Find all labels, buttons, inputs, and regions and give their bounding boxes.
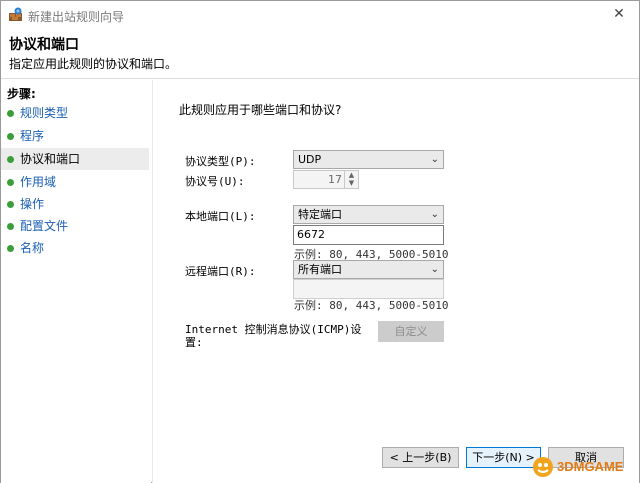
window-title: 新建出站规则向导 — [28, 10, 125, 24]
green-dot-icon — [7, 223, 14, 230]
icmp-label-line1: Internet 控制消息协议(ICMP)设 — [185, 323, 362, 336]
step-scope[interactable]: 作用域 — [1, 171, 149, 193]
steps-title: 步骤: — [7, 87, 36, 101]
remote-port-input[interactable] — [293, 279, 444, 299]
step-label: 协议和端口 — [20, 152, 81, 166]
step-label: 作用域 — [20, 175, 57, 189]
steps-sidebar: 步骤: 规则类型 程序 协议和端口 作用域 操作 配置文件 名称 — [1, 80, 151, 483]
step-label: 名称 — [20, 241, 45, 255]
step-rule-type[interactable]: 规则类型 — [1, 102, 149, 124]
question-text: 此规则应用于哪些端口和协议? — [179, 103, 342, 117]
local-port-label: 本地端口(L): — [185, 210, 256, 223]
main-panel: 此规则应用于哪些端口和协议? 协议类型(P): UDP ⌄ 协议号(U): 17… — [152, 80, 639, 483]
step-label: 配置文件 — [20, 219, 69, 233]
close-icon[interactable]: ✕ — [607, 3, 631, 25]
title-bar: 新建出站规则向导 ✕ — [1, 1, 639, 29]
step-program[interactable]: 程序 — [1, 125, 149, 147]
green-dot-icon — [7, 201, 14, 208]
icmp-label-line2: 置: — [185, 336, 203, 349]
remote-port-label: 远程端口(R): — [185, 265, 256, 278]
protocol-number-spinner[interactable]: 17 ▲ ▼ — [293, 170, 359, 189]
spin-updown-icon[interactable]: ▲ ▼ — [344, 171, 358, 188]
step-label: 规则类型 — [20, 106, 69, 120]
step-label: 程序 — [20, 129, 45, 143]
green-dot-icon — [7, 110, 14, 117]
watermark-logo-icon — [533, 457, 553, 477]
next-button[interactable]: 下一步(N) > — [466, 447, 541, 468]
watermark: 3DMGAME — [531, 454, 635, 480]
step-action[interactable]: 操作 — [1, 193, 149, 215]
firewall-icon — [8, 7, 23, 22]
protocol-type-value: UDP — [298, 153, 322, 166]
remote-port-select[interactable]: 所有端口 ⌄ — [293, 260, 444, 279]
protocol-type-select[interactable]: UDP ⌄ — [293, 150, 444, 169]
page-subtitle: 指定应用此规则的协议和端口。 — [9, 57, 178, 71]
watermark-text: 3DMGAME — [557, 459, 624, 474]
page-title: 协议和端口 — [9, 37, 79, 53]
back-button[interactable]: < 上一步(B) — [382, 447, 459, 468]
green-dot-icon — [7, 156, 14, 163]
chevron-down-icon: ⌄ — [430, 154, 439, 165]
chevron-down-icon: ⌄ — [430, 209, 439, 220]
step-name[interactable]: 名称 — [1, 237, 149, 259]
green-dot-icon — [7, 179, 14, 186]
chevron-down-icon: ⌄ — [430, 264, 439, 275]
wizard-window: 新建出站规则向导 ✕ 协议和端口 指定应用此规则的协议和端口。 步骤: 规则类型… — [0, 0, 640, 483]
remote-port-example: 示例: 80, 443, 5000-5010 — [294, 299, 449, 312]
step-profile[interactable]: 配置文件 — [1, 215, 149, 237]
local-port-select[interactable]: 特定端口 ⌄ — [293, 205, 444, 224]
green-dot-icon — [7, 133, 14, 140]
step-protocol-ports[interactable]: 协议和端口 — [1, 148, 149, 170]
protocol-type-label: 协议类型(P): — [185, 155, 256, 168]
icmp-label: Internet 控制消息协议(ICMP)设 置: — [185, 323, 361, 349]
step-label: 操作 — [20, 197, 45, 211]
local-port-input[interactable]: 6672 — [293, 225, 444, 245]
protocol-number-value: 17 — [328, 173, 342, 186]
green-dot-icon — [7, 245, 14, 252]
customize-button[interactable]: 自定义 — [378, 321, 444, 342]
local-port-value: 特定端口 — [298, 208, 342, 221]
remote-port-value: 所有端口 — [298, 263, 342, 276]
protocol-number-label: 协议号(U): — [185, 175, 245, 188]
wizard-header: 协议和端口 指定应用此规则的协议和端口。 — [1, 29, 639, 79]
